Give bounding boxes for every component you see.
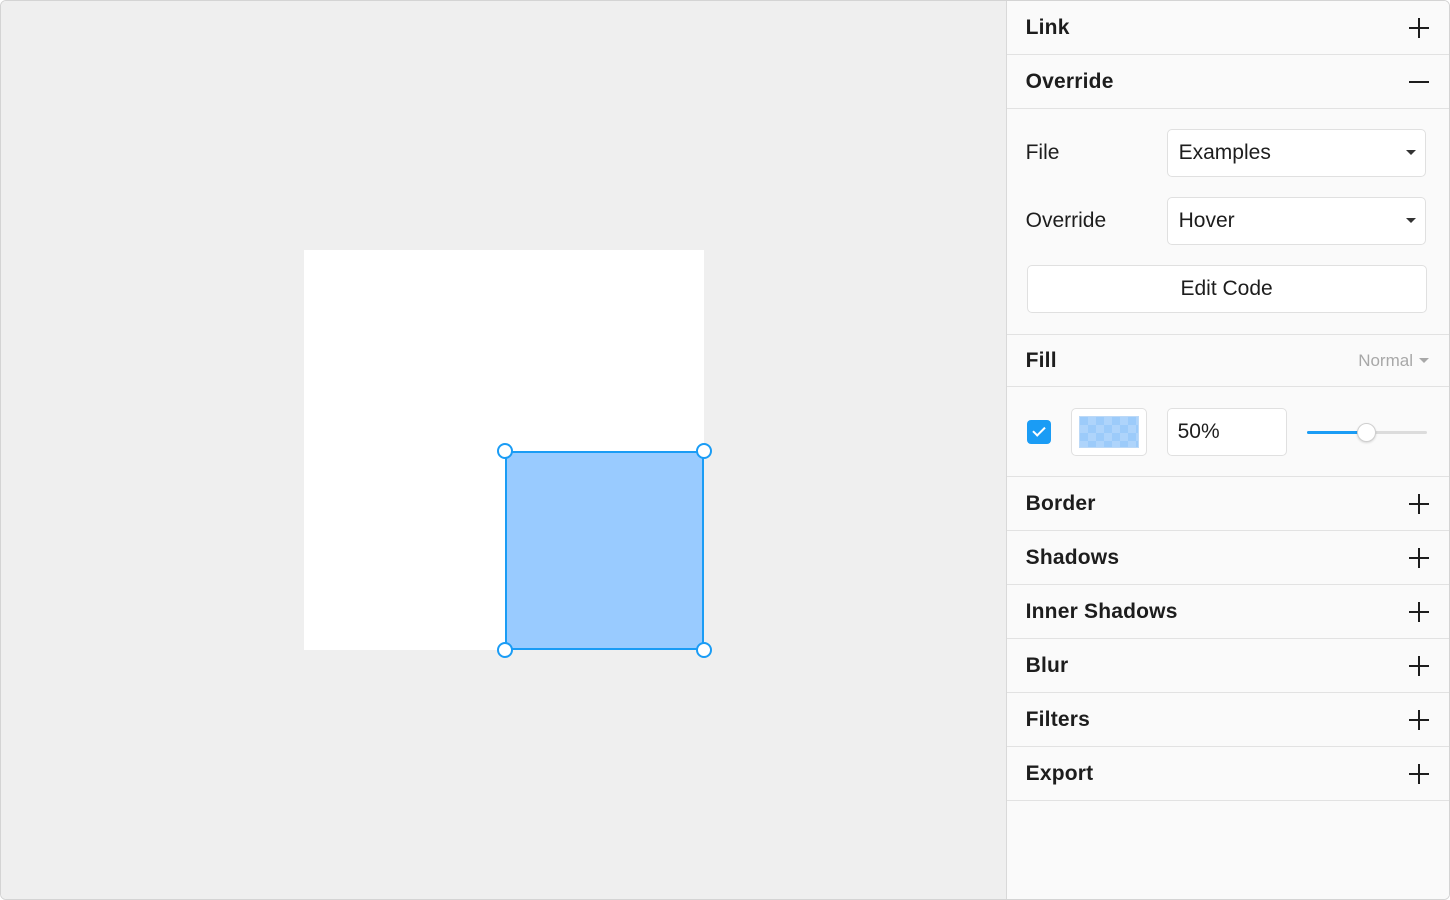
add-filter-plus-icon[interactable] [1409, 709, 1429, 730]
opacity-slider-knob[interactable] [1357, 422, 1377, 442]
resize-handle-top-left[interactable] [497, 443, 513, 459]
override-select-value: Hover [1178, 209, 1235, 232]
caret-down-icon [1405, 150, 1416, 155]
border-section-header[interactable]: Border [1006, 477, 1449, 531]
file-row: File Examples [1026, 129, 1429, 177]
add-export-plus-icon[interactable] [1409, 763, 1429, 784]
override-row: Override Hover [1026, 197, 1429, 245]
shadows-section-title: Shadows [1025, 545, 1120, 569]
fill-color-swatch[interactable] [1070, 407, 1147, 456]
override-section-title: Override [1025, 69, 1114, 93]
link-section-header[interactable]: Link [1006, 1, 1449, 55]
override-section-body: File Examples Override Hover Edit Code [1006, 109, 1449, 335]
file-label: File [1025, 141, 1060, 164]
opacity-value: 50% [1177, 419, 1220, 443]
inspector-empty-area [1006, 801, 1449, 899]
fill-section-title: Fill [1025, 348, 1057, 372]
app-window: Link Override File Examples Override Hov… [0, 0, 1450, 900]
add-shadow-plus-icon[interactable] [1409, 547, 1429, 568]
resize-handle-top-right[interactable] [696, 443, 712, 459]
override-section-header[interactable]: Override [1006, 55, 1449, 109]
override-select[interactable]: Hover [1166, 197, 1426, 245]
add-border-plus-icon[interactable] [1409, 493, 1429, 514]
caret-down-icon [1419, 358, 1429, 363]
resize-handle-bottom-left[interactable] [497, 642, 513, 658]
checkmark-icon [1031, 423, 1046, 437]
add-inner-shadow-plus-icon[interactable] [1409, 601, 1429, 622]
fill-section-header: Fill Normal [1006, 335, 1449, 387]
add-link-plus-icon[interactable] [1409, 17, 1429, 38]
border-section-title: Border [1025, 491, 1096, 515]
inspector-panel: Link Override File Examples Override Hov… [1005, 1, 1449, 899]
filters-section-header[interactable]: Filters [1006, 693, 1449, 747]
opacity-input[interactable]: 50% [1166, 407, 1287, 456]
blur-section-header[interactable]: Blur [1006, 639, 1449, 693]
inner-shadows-section-header[interactable]: Inner Shadows [1006, 585, 1449, 639]
opacity-slider[interactable] [1306, 422, 1427, 442]
file-select-value: Examples [1178, 141, 1271, 164]
caret-down-icon [1405, 218, 1416, 223]
section-list: Border Shadows Inner Shadows Blur Filter… [1006, 477, 1449, 801]
resize-handle-bottom-right[interactable] [696, 642, 712, 658]
export-section-header[interactable]: Export [1006, 747, 1449, 801]
fill-enabled-checkbox[interactable] [1026, 419, 1051, 444]
selected-rectangle-layer[interactable] [505, 451, 704, 650]
fill-section-body: 50% [1006, 387, 1449, 477]
fill-color-preview [1078, 415, 1139, 448]
canvas[interactable] [1, 1, 1006, 899]
export-section-title: Export [1025, 761, 1094, 785]
override-label: Override [1025, 209, 1107, 232]
link-section-title: Link [1025, 15, 1070, 39]
edit-code-button[interactable]: Edit Code [1026, 265, 1427, 313]
add-blur-plus-icon[interactable] [1409, 655, 1429, 676]
filters-section-title: Filters [1025, 707, 1091, 731]
blur-section-title: Blur [1025, 653, 1069, 677]
inner-shadows-section-title: Inner Shadows [1025, 599, 1178, 623]
file-select[interactable]: Examples [1166, 129, 1426, 177]
collapse-override-minus-icon[interactable] [1409, 72, 1429, 92]
blend-mode-value: Normal [1358, 350, 1413, 370]
shadows-section-header[interactable]: Shadows [1006, 531, 1449, 585]
blend-mode-dropdown[interactable]: Normal [1358, 351, 1429, 371]
